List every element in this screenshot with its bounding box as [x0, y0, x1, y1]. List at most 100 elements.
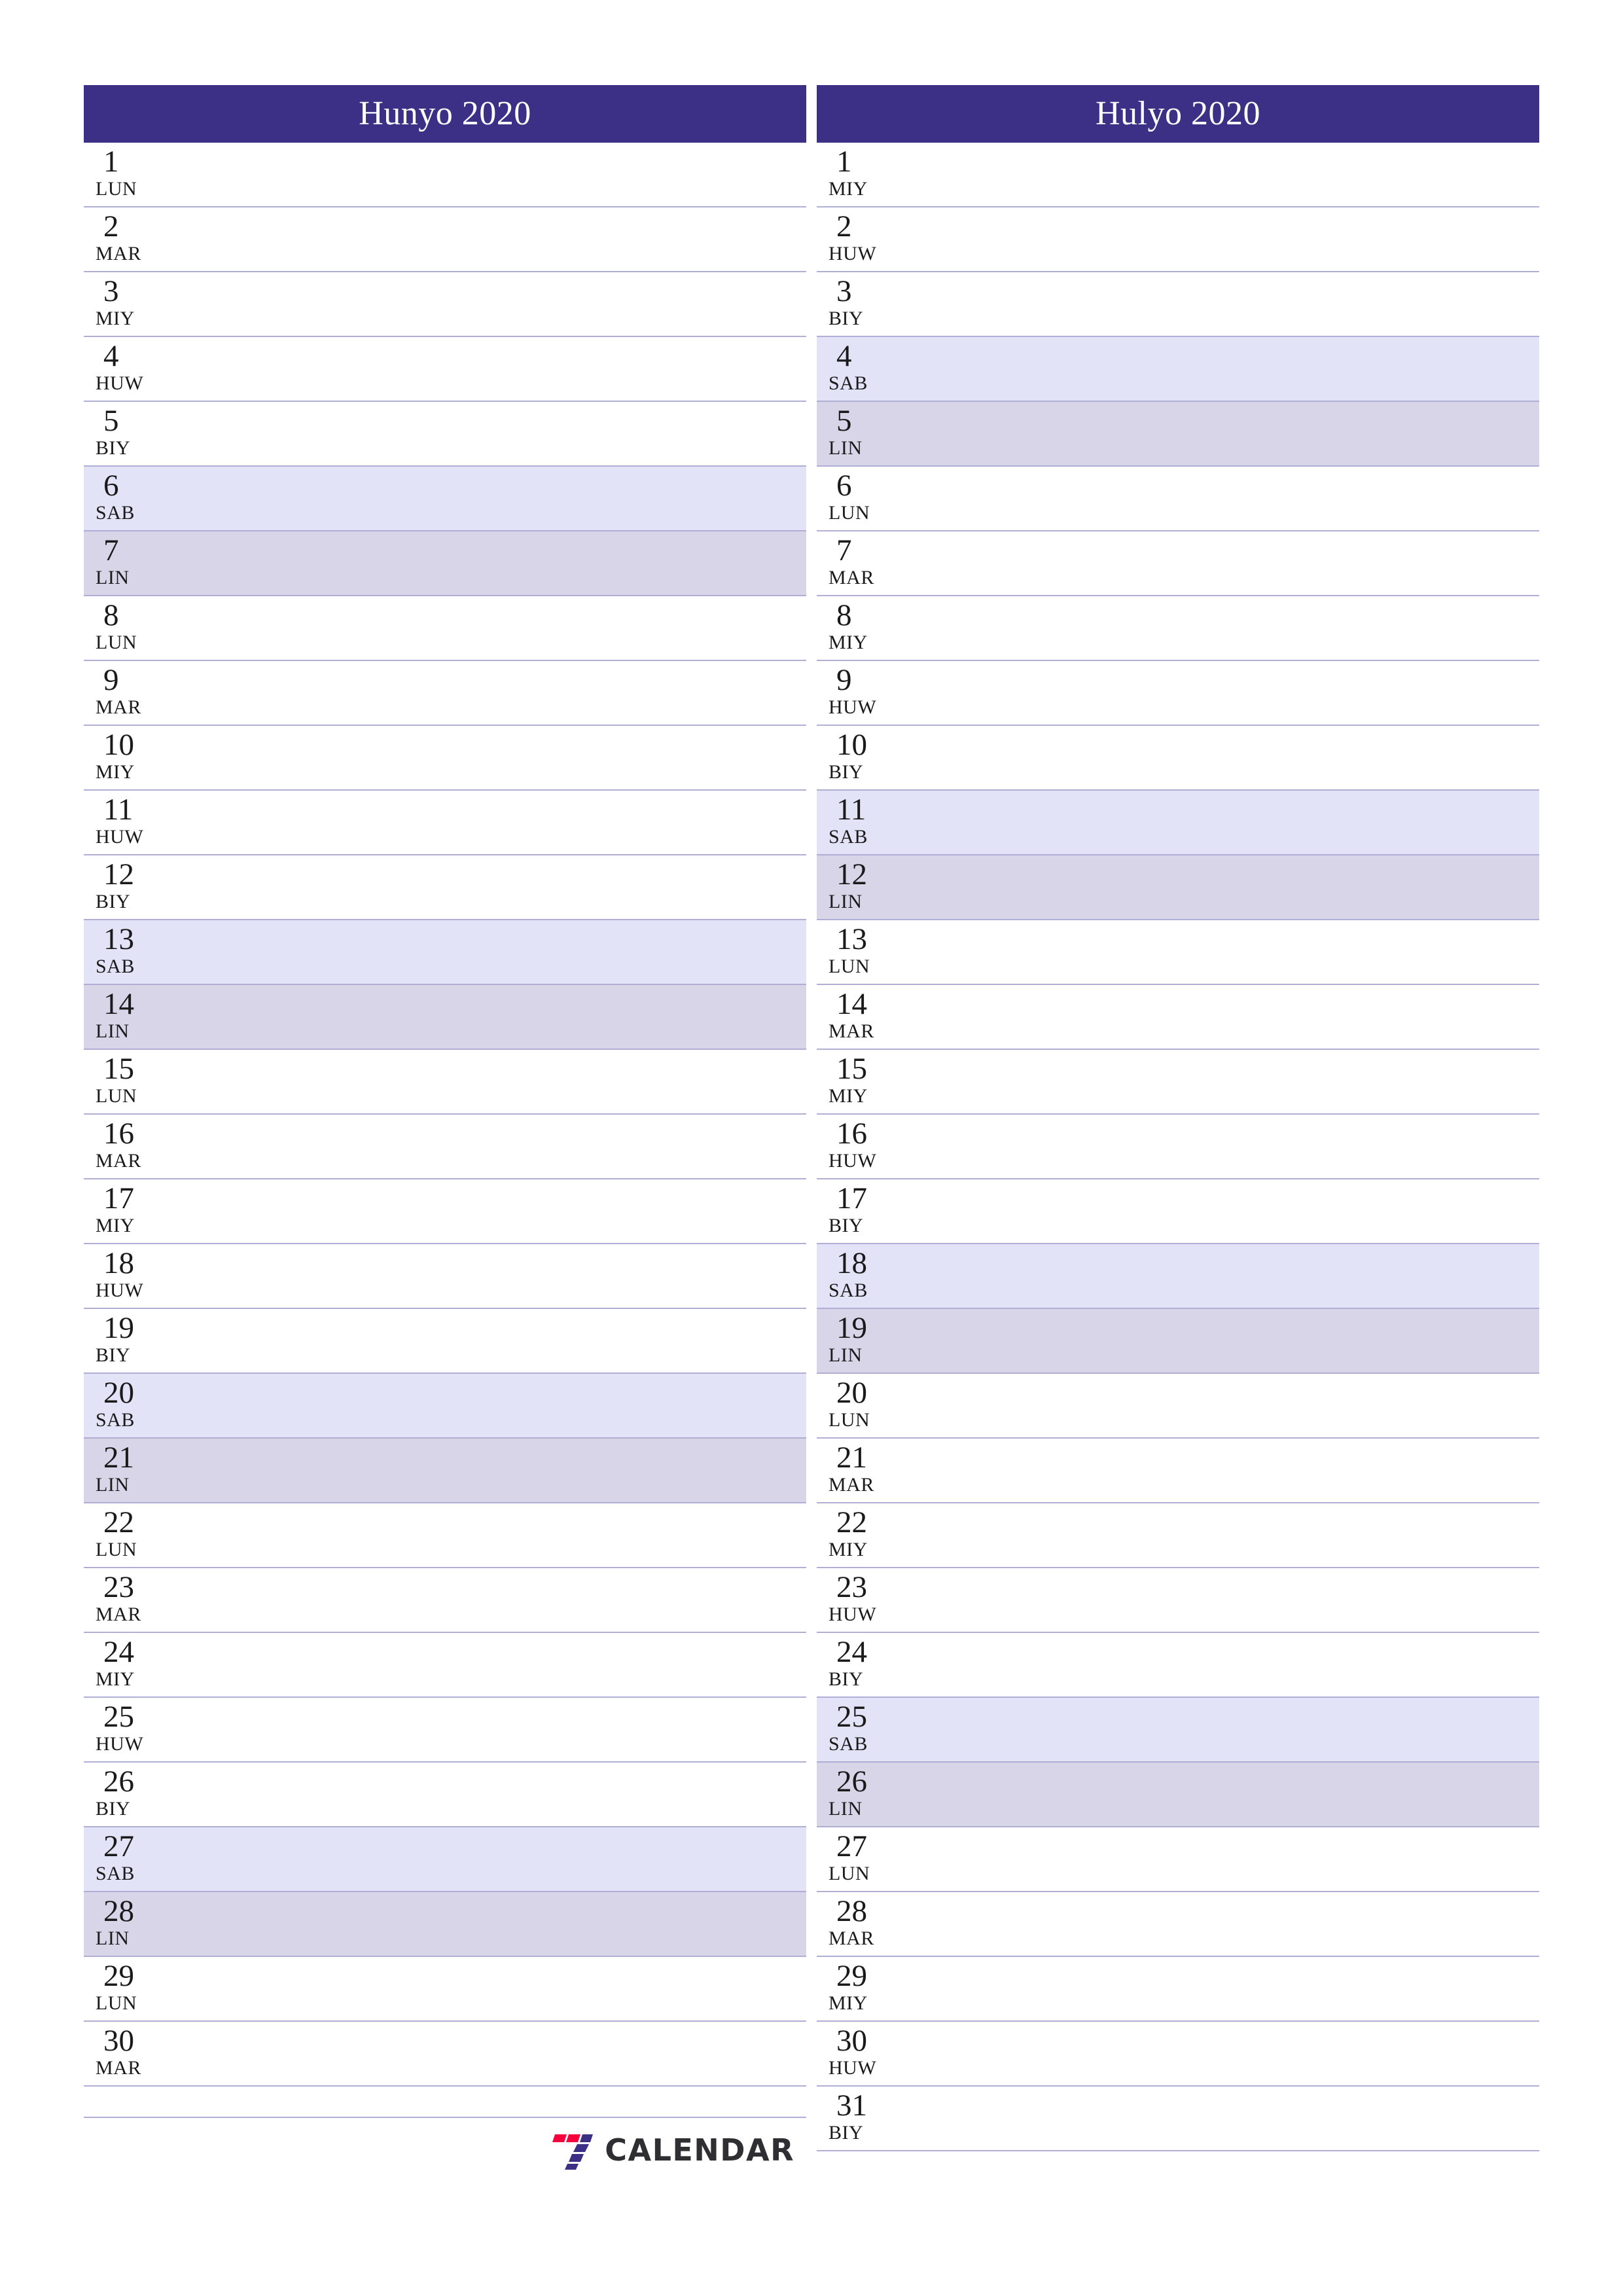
day-row[interactable]: 1 LUN — [84, 143, 806, 207]
day-notes-area[interactable] — [817, 207, 1539, 271]
day-row[interactable]: 21 MAR — [817, 1439, 1539, 1503]
day-row[interactable]: 10 BIY — [817, 726, 1539, 791]
day-row[interactable]: 29 MIY — [817, 1957, 1539, 2022]
day-row[interactable]: 25 HUW — [84, 1698, 806, 1763]
day-notes-area[interactable] — [84, 272, 806, 336]
day-row[interactable]: 30 HUW — [817, 2022, 1539, 2087]
footer-logo[interactable]: CALENDAR — [84, 2119, 806, 2181]
day-row[interactable]: 29 LUN — [84, 1957, 806, 2022]
day-row[interactable]: 24 BIY — [817, 1633, 1539, 1698]
day-notes-area[interactable] — [84, 596, 806, 660]
day-notes-area[interactable] — [84, 143, 806, 206]
day-notes-area[interactable] — [817, 855, 1539, 919]
day-notes-area[interactable] — [817, 1763, 1539, 1826]
day-notes-area[interactable] — [84, 1374, 806, 1437]
day-row[interactable]: 28 MAR — [817, 1892, 1539, 1957]
day-notes-area[interactable] — [84, 661, 806, 725]
day-notes-area[interactable] — [84, 855, 806, 919]
day-row[interactable]: 16 HUW — [817, 1115, 1539, 1179]
day-notes-area[interactable] — [84, 207, 806, 271]
day-row[interactable]: 11 SAB — [817, 791, 1539, 855]
day-row[interactable]: 12 BIY — [84, 855, 806, 920]
day-notes-area[interactable] — [817, 1244, 1539, 1308]
day-notes-area[interactable] — [84, 1568, 806, 1632]
day-row[interactable]: 6 LUN — [817, 467, 1539, 531]
day-notes-area[interactable] — [817, 596, 1539, 660]
day-row[interactable]: 31 BIY — [817, 2087, 1539, 2151]
day-row[interactable]: 12 LIN — [817, 855, 1539, 920]
day-notes-area[interactable] — [817, 1439, 1539, 1502]
day-row[interactable]: 3 MIY — [84, 272, 806, 337]
day-notes-area[interactable] — [84, 1179, 806, 1243]
day-notes-area[interactable] — [817, 143, 1539, 206]
day-row[interactable]: 17 BIY — [817, 1179, 1539, 1244]
day-notes-area[interactable] — [817, 337, 1539, 401]
day-row[interactable]: 25 SAB — [817, 1698, 1539, 1763]
day-row[interactable]: 20 SAB — [84, 1374, 806, 1439]
day-notes-area[interactable] — [84, 467, 806, 530]
day-notes-area[interactable] — [817, 726, 1539, 789]
day-row[interactable]: 23 HUW — [817, 1568, 1539, 1633]
day-notes-area[interactable] — [84, 1827, 806, 1891]
day-row[interactable]: 13 LUN — [817, 920, 1539, 985]
day-row[interactable]: 18 SAB — [817, 1244, 1539, 1309]
day-row[interactable]: 27 LUN — [817, 1827, 1539, 1892]
day-notes-area[interactable] — [84, 1115, 806, 1178]
day-notes-area[interactable] — [84, 1439, 806, 1502]
day-notes-area[interactable] — [817, 1827, 1539, 1891]
day-row[interactable]: 5 BIY — [84, 402, 806, 467]
day-notes-area[interactable] — [817, 1568, 1539, 1632]
day-row[interactable]: 14 MAR — [817, 985, 1539, 1050]
day-notes-area[interactable] — [817, 1374, 1539, 1437]
day-notes-area[interactable] — [817, 1050, 1539, 1113]
day-notes-area[interactable] — [84, 2022, 806, 2085]
day-notes-area[interactable] — [84, 1633, 806, 1696]
day-row[interactable]: 28 LIN — [84, 1892, 806, 1957]
day-row[interactable]: 15 LUN — [84, 1050, 806, 1115]
day-notes-area[interactable] — [84, 1309, 806, 1372]
day-row[interactable]: 18 HUW — [84, 1244, 806, 1309]
day-row[interactable]: 26 BIY — [84, 1763, 806, 1827]
day-notes-area[interactable] — [84, 1763, 806, 1826]
day-row[interactable]: 20 LUN — [817, 1374, 1539, 1439]
day-row[interactable]: 3 BIY — [817, 272, 1539, 337]
day-notes-area[interactable] — [817, 1892, 1539, 1956]
day-row[interactable]: 26 LIN — [817, 1763, 1539, 1827]
day-notes-area[interactable] — [817, 661, 1539, 725]
day-notes-area[interactable] — [817, 402, 1539, 465]
day-row[interactable]: 1 MIY — [817, 143, 1539, 207]
day-row[interactable]: 8 LUN — [84, 596, 806, 661]
day-row[interactable]: 22 LUN — [84, 1503, 806, 1568]
day-notes-area[interactable] — [817, 1957, 1539, 2020]
day-row[interactable]: 7 LIN — [84, 531, 806, 596]
day-notes-area[interactable] — [817, 920, 1539, 984]
day-notes-area[interactable] — [84, 402, 806, 465]
day-notes-area[interactable] — [817, 2022, 1539, 2085]
day-row[interactable]: 15 MIY — [817, 1050, 1539, 1115]
day-notes-area[interactable] — [84, 531, 806, 595]
day-row[interactable]: 2 MAR — [84, 207, 806, 272]
day-row[interactable]: 14 LIN — [84, 985, 806, 1050]
day-row[interactable]: 27 SAB — [84, 1827, 806, 1892]
day-row[interactable]: 17 MIY — [84, 1179, 806, 1244]
day-row[interactable]: 9 HUW — [817, 661, 1539, 726]
day-row[interactable]: 16 MAR — [84, 1115, 806, 1179]
day-row[interactable]: 30 MAR — [84, 2022, 806, 2087]
day-row[interactable]: 24 MIY — [84, 1633, 806, 1698]
day-row[interactable]: 5 LIN — [817, 402, 1539, 467]
day-notes-area[interactable] — [84, 726, 806, 789]
day-row[interactable]: 4 HUW — [84, 337, 806, 402]
day-row[interactable]: 9 MAR — [84, 661, 806, 726]
day-notes-area[interactable] — [84, 1244, 806, 1308]
day-row[interactable]: 8 MIY — [817, 596, 1539, 661]
day-notes-area[interactable] — [817, 1503, 1539, 1567]
day-notes-area[interactable] — [817, 791, 1539, 854]
day-row[interactable]: 21 LIN — [84, 1439, 806, 1503]
day-row[interactable]: 19 BIY — [84, 1309, 806, 1374]
day-row[interactable]: 23 MAR — [84, 1568, 806, 1633]
day-notes-area[interactable] — [84, 920, 806, 984]
day-notes-area[interactable] — [84, 791, 806, 854]
day-row[interactable]: 4 SAB — [817, 337, 1539, 402]
day-notes-area[interactable] — [817, 467, 1539, 530]
day-notes-area[interactable] — [817, 1115, 1539, 1178]
